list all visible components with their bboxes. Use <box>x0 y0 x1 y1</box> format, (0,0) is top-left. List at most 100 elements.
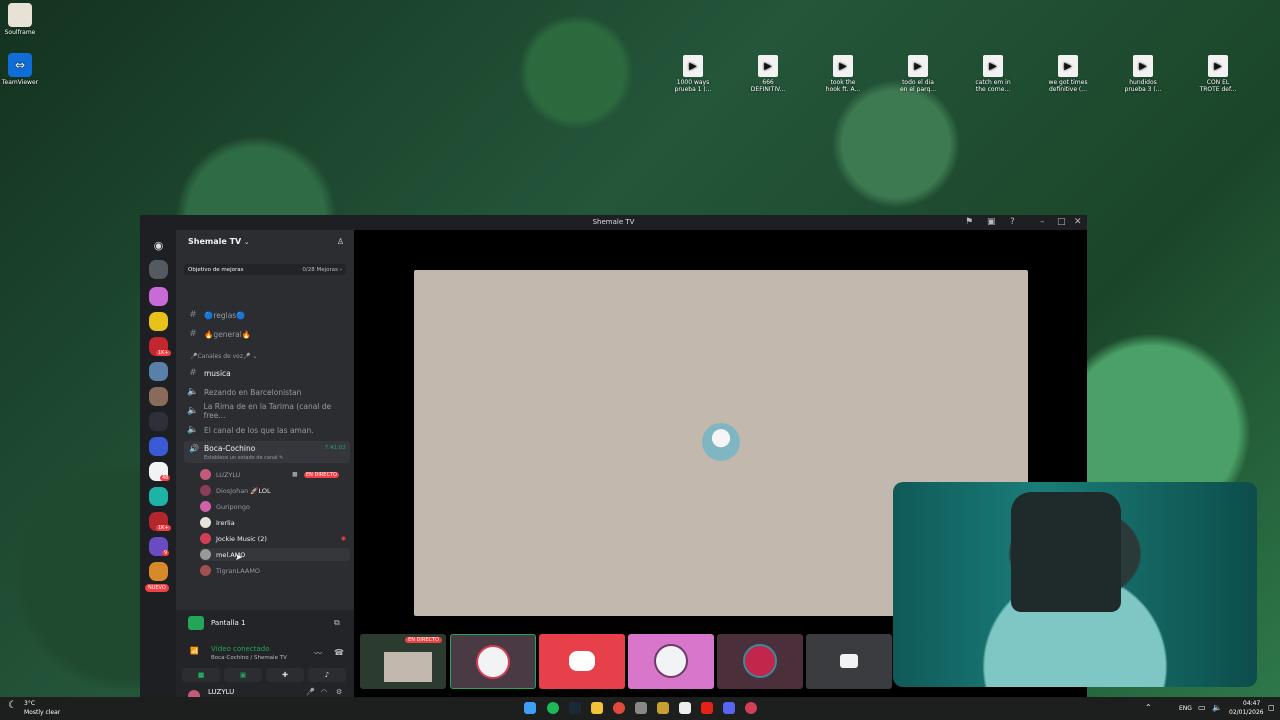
screen-icon[interactable]: ▣ <box>987 217 996 227</box>
app-icon[interactable] <box>635 702 647 714</box>
help-icon[interactable]: ? <box>1010 217 1015 227</box>
soundboard-button[interactable]: ♪ <box>308 668 346 682</box>
weather-icon: ☾ <box>8 700 17 711</box>
avatar <box>200 533 211 544</box>
activities-button[interactable]: ✚ <box>266 668 304 682</box>
youtube-icon[interactable] <box>701 702 713 714</box>
speaker-icon: 🔈 <box>187 425 199 435</box>
server-header[interactable]: Shemale TV ⌄ ♙ <box>188 237 348 249</box>
server-icon[interactable] <box>149 562 168 581</box>
app-icon[interactable] <box>745 702 757 714</box>
spotify-icon[interactable] <box>547 702 559 714</box>
desktop-file[interactable]: ▶ 1000 ways prueba 1 (... <box>663 55 723 93</box>
voice-channel[interactable]: 🔈 Rezando en Barcelonistan <box>186 385 351 399</box>
screen-share-button[interactable]: ▣ <box>224 668 262 682</box>
desktop-app-soulframe[interactable]: Soulframe <box>0 3 40 36</box>
maximize-button[interactable]: □ <box>1057 217 1066 227</box>
settings-gear-icon[interactable]: ⚙ <box>336 688 342 696</box>
file-label: TROTE def... <box>1199 86 1237 93</box>
voice-channel[interactable]: 🔈 La Rima de en la Tarima (canal de free.… <box>186 402 351 420</box>
server-icon[interactable] <box>149 362 168 381</box>
desktop-file[interactable]: ▶ catch em in the corne... <box>963 55 1023 93</box>
folder-icon[interactable] <box>591 702 603 714</box>
clock-time[interactable]: 04:47 <box>1243 700 1260 707</box>
app-icon[interactable] <box>679 702 691 714</box>
server-icon[interactable] <box>149 412 168 431</box>
chevron-up-icon[interactable]: ⌃ <box>1145 703 1152 712</box>
server-icon[interactable] <box>149 312 168 331</box>
voice-category[interactable]: 🎤Canales de voz🎤 ⌄ <box>190 353 257 360</box>
participant-tile[interactable] <box>806 634 892 689</box>
weather-widget[interactable]: ☾ 3°C Mostly clear <box>8 700 60 716</box>
file-label: hundidos <box>1129 79 1157 86</box>
hash-icon: # <box>189 368 197 378</box>
channel-status: Establece un estado de canal ✎ <box>204 455 284 461</box>
avatar[interactable] <box>188 690 200 697</box>
headphones-icon[interactable]: ◠ <box>321 688 327 696</box>
video-file-icon: ▶ <box>1133 55 1153 77</box>
disconnect-icon[interactable]: ☎ <box>334 648 344 657</box>
soulframe-icon <box>8 3 32 27</box>
volume-icon[interactable]: 🔈 <box>1212 703 1222 712</box>
participant-tile-live[interactable]: EN DIRECTO <box>360 634 446 689</box>
participant-tile[interactable] <box>628 634 714 689</box>
add-member-icon[interactable]: ♙ <box>337 237 344 246</box>
voice-user[interactable]: TigranLAAMO <box>200 564 350 577</box>
server-icon[interactable] <box>149 437 168 456</box>
minimize-button[interactable]: – <box>1040 217 1045 227</box>
text-channel-musica[interactable]: # musica <box>186 366 351 380</box>
inbox-icon[interactable]: ⚑ <box>965 217 973 227</box>
active-voice-channel[interactable]: 🔊 Boca-Cochino Establece un estado de ca… <box>184 441 350 463</box>
desktop-file[interactable]: ▶ CON EL TROTE def... <box>1188 55 1248 93</box>
desktop-file[interactable]: ▶ todo el dia en el parq... <box>888 55 948 93</box>
app-icon[interactable] <box>657 702 669 714</box>
boost-goal-bar[interactable]: Objetivo de mejoras 0/28 Mejoras › <box>184 264 346 275</box>
video-file-icon: ▶ <box>833 55 853 77</box>
voice-user[interactable]: DiosJohan 🚀LOL <box>200 484 350 497</box>
server-icon[interactable] <box>149 387 168 406</box>
new-badge: NUEVO <box>145 584 169 592</box>
discord-icon[interactable] <box>723 702 735 714</box>
server-icon[interactable] <box>149 287 168 306</box>
voice-channel[interactable]: 🔈 El canal de los que las aman. <box>186 423 351 437</box>
chrome-icon[interactable] <box>613 702 625 714</box>
start-button-icon[interactable] <box>524 702 536 714</box>
voice-user[interactable]: Jockie Music (2) ◉ <box>200 532 350 545</box>
participant-tile[interactable] <box>539 634 625 689</box>
camera-button[interactable]: ■ <box>182 668 220 682</box>
text-channel-general[interactable]: # 🔥general🔥 <box>186 327 351 341</box>
teamviewer-icon: ⇔ <box>8 53 32 77</box>
desktop-app-teamviewer[interactable]: ⇔ TeamViewer <box>0 53 40 86</box>
desktop-file[interactable]: ▶ 666 DEFINITIV... <box>738 55 798 93</box>
boost-progress-text: 0/28 Mejoras <box>302 266 339 273</box>
title-bar: Shemale TV ⚑ ▣ ? – □ ✕ <box>140 215 1087 230</box>
voice-user[interactable]: mel.AMO ➤ <box>200 548 350 563</box>
noise-icon[interactable]: 〰 <box>314 648 322 659</box>
file-label: 666 <box>762 79 774 86</box>
voice-user[interactable]: Irerlia <box>200 516 350 529</box>
boost-goal-label: Objetivo de mejoras <box>188 266 244 273</box>
voice-user[interactable]: LUZYLU ■ EN DIRECTO <box>200 468 350 481</box>
close-button[interactable]: ✕ <box>1074 217 1082 227</box>
notification-icon[interactable]: ◻ <box>1268 703 1275 712</box>
file-label: en el parq... <box>899 86 937 93</box>
voice-user[interactable]: Guripongo <box>200 500 350 513</box>
window-title: Shemale TV <box>592 218 635 226</box>
mic-icon[interactable]: 🎤 <box>306 688 315 696</box>
desktop-file[interactable]: ▶ took the hook ft. A... <box>813 55 873 93</box>
input-language[interactable]: ENG <box>1179 705 1192 712</box>
text-channel-reglas[interactable]: # 🔵reglas🔵 <box>186 308 351 322</box>
participant-tile[interactable] <box>450 634 536 689</box>
discord-home-icon[interactable]: ◉ <box>149 236 168 255</box>
participant-tile[interactable] <box>717 634 803 689</box>
server-icon[interactable] <box>149 260 168 279</box>
wifi-icon[interactable]: ▭ <box>1198 703 1206 712</box>
avatar <box>702 423 740 461</box>
clock-date[interactable]: 02/01/2026 <box>1229 709 1264 716</box>
desktop-file[interactable]: ▶ we got times definitive (... <box>1038 55 1098 93</box>
mention-badge: 1K+ <box>156 350 171 356</box>
desktop-file[interactable]: ▶ hundidos prueba 3 (... <box>1113 55 1173 93</box>
popout-icon[interactable]: ⧉ <box>334 618 340 628</box>
server-icon[interactable] <box>149 487 168 506</box>
steam-icon[interactable] <box>569 702 581 714</box>
